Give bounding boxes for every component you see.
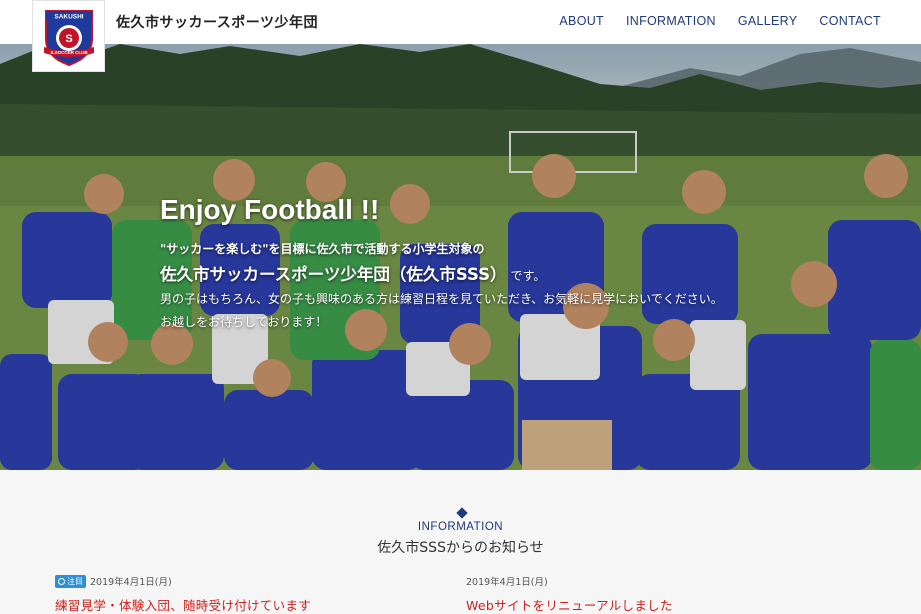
svg-text:SAKUSHI: SAKUSHI — [54, 14, 83, 21]
news-title-link[interactable]: Webサイトをリニューアルしました — [466, 595, 673, 614]
hero-heading: Enjoy Football !! — [160, 194, 380, 225]
news-meta: 注目 2019年4月1日(月) — [55, 574, 311, 588]
information-section: INFORMATION 佐久市SSSからのお知らせ 注目 2019年4月1日(月… — [0, 470, 921, 614]
hero-tagline: "サッカーを楽しむ"を目標に佐久市で活動する小学生対象の — [160, 242, 485, 256]
hero-closing: お越しをお待ちしております！ — [160, 315, 328, 329]
news-title-link[interactable]: 練習見学・体験入団、随時受け付けています — [55, 595, 311, 614]
nav-contact[interactable]: CONTACT — [819, 14, 881, 28]
svg-text:S: S — [65, 33, 72, 45]
diamond-icon — [456, 507, 468, 519]
hero-club-name: 佐久市サッカースポーツ少年団（佐久市SSS） です。 — [160, 265, 546, 284]
nav-gallery[interactable]: GALLERY — [738, 14, 798, 28]
main-nav: ABOUT INFORMATION GALLERY CONTACT — [559, 14, 881, 28]
hero-invitation: 男の子はもちろん、女の子も興味のある方は練習日程を見ていただき、お気軽に見学にお… — [160, 292, 723, 306]
info-icon — [58, 577, 65, 585]
hero-copy: Enjoy Football !! "サッカーを楽しむ"を目標に佐久市で活動する… — [160, 194, 723, 336]
club-logo[interactable]: SAKUSHI S S.SOCCER CLUB — [32, 0, 105, 72]
club-crest-icon: SAKUSHI S S.SOCCER CLUB — [43, 10, 94, 67]
nav-information[interactable]: INFORMATION — [626, 14, 716, 28]
section-title: 佐久市SSSからのお知らせ — [377, 540, 544, 556]
featured-badge: 注目 — [55, 574, 86, 588]
site-title[interactable]: 佐久市サッカースポーツ少年団 — [116, 12, 318, 32]
news-date: 2019年4月1日(月) — [466, 577, 548, 588]
news-meta: 2019年4月1日(月) — [466, 574, 673, 588]
site-header: SAKUSHI S S.SOCCER CLUB 佐久市サッカースポーツ少年団 A… — [0, 0, 921, 72]
nav-about[interactable]: ABOUT — [559, 14, 604, 28]
hero-banner: Enjoy Football !! "サッカーを楽しむ"を目標に佐久市で活動する… — [0, 44, 921, 470]
news-item[interactable]: 注目 2019年4月1日(月) 練習見学・体験入団、随時受け付けています — [55, 574, 311, 614]
section-label: INFORMATION — [417, 521, 504, 533]
svg-text:S.SOCCER CLUB: S.SOCCER CLUB — [50, 50, 88, 55]
news-date: 2019年4月1日(月) — [90, 577, 172, 588]
news-item[interactable]: 2019年4月1日(月) Webサイトをリニューアルしました — [466, 574, 673, 614]
